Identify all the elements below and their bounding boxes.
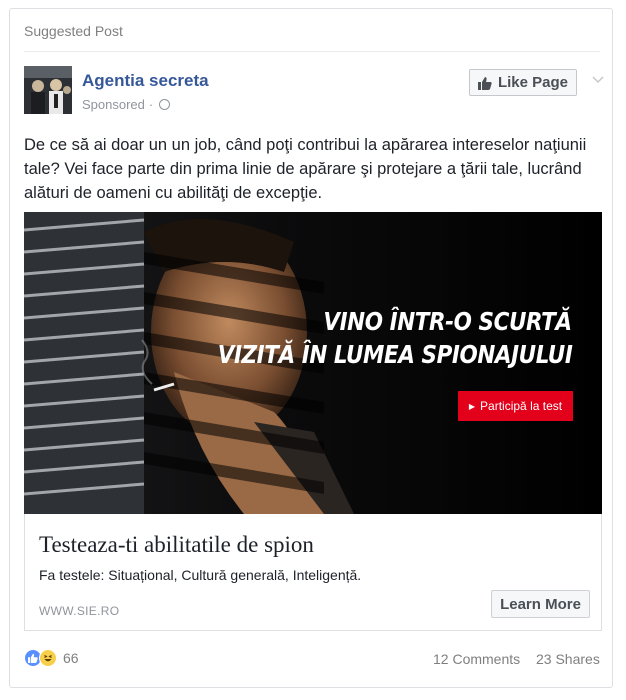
ad-headline-line-1: VINO ÎNTR-O SCURTĂ xyxy=(323,307,573,336)
haha-icon xyxy=(39,649,57,667)
reaction-count: 66 xyxy=(63,650,79,666)
header-divider xyxy=(24,51,600,52)
ad-participate-button[interactable]: ▶ Participă la test xyxy=(458,391,573,421)
post-footer: 66 12 Comments 23 Shares xyxy=(10,647,612,671)
post-text: De ce să ai doar un un job, când poţi co… xyxy=(24,136,587,202)
link-description: Fa testele: Situațional, Cultură general… xyxy=(39,567,362,583)
shares-count-link[interactable]: 23 Shares xyxy=(536,651,600,667)
reactions-summary[interactable]: 66 xyxy=(24,649,79,667)
sponsored-label: Sponsored xyxy=(82,97,145,112)
sponsored-row: Sponsored · xyxy=(82,97,171,112)
link-preview[interactable]: Testeaza-ti abilitatile de spion Fa test… xyxy=(24,514,602,631)
like-page-button[interactable]: Like Page xyxy=(469,69,577,96)
link-title[interactable]: Testeaza-ti abilitatile de spion xyxy=(39,532,314,558)
globe-icon xyxy=(159,99,171,110)
post-card: Suggested Post Agentia secreta Sponsored… xyxy=(9,8,613,688)
comments-count-link[interactable]: 12 Comments xyxy=(433,651,520,667)
suggested-post-label: Suggested Post xyxy=(24,23,123,39)
chevron-down-icon[interactable] xyxy=(592,71,604,89)
learn-more-button[interactable]: Learn More xyxy=(491,590,590,618)
ad-image[interactable]: VINO ÎNTR-O SCURTĂ VIZITĂ ÎN LUMEA SPION… xyxy=(24,212,602,514)
page-avatar[interactable] xyxy=(24,66,72,114)
ad-participate-label: Participă la test xyxy=(480,399,563,413)
thumbs-up-icon xyxy=(477,76,492,90)
meta-separator: · xyxy=(148,97,154,112)
page-name-link[interactable]: Agentia secreta xyxy=(82,71,209,91)
link-domain: WWW.SIE.RO xyxy=(39,604,120,618)
arrow-right-icon: ▶ xyxy=(468,401,476,411)
like-page-label: Like Page xyxy=(497,74,569,91)
ad-headline-line-2: VIZITĂ ÎN LUMEA SPIONAJULUI xyxy=(217,340,572,369)
